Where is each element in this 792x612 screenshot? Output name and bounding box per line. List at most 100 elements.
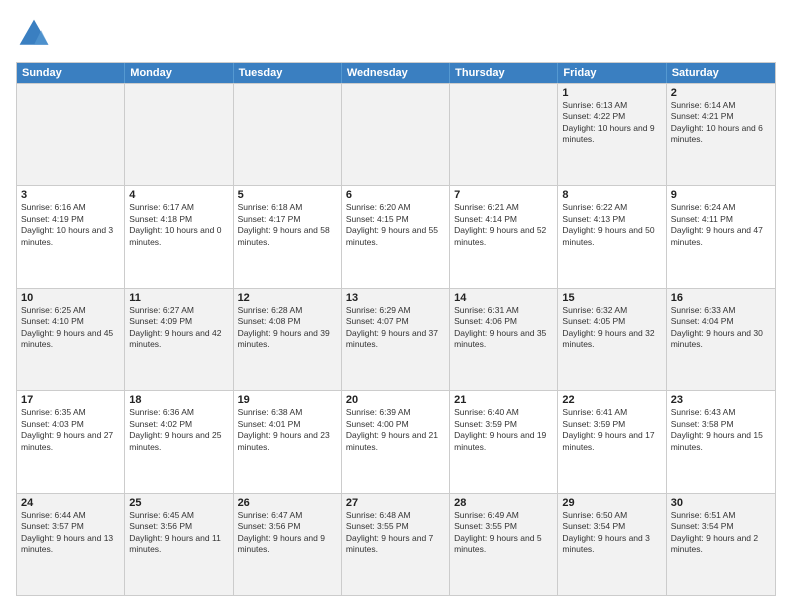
calendar: SundayMondayTuesdayWednesdayThursdayFrid… [16,62,776,596]
day-number: 2 [671,87,771,99]
day-number: 10 [21,292,120,304]
day-cell: 8Sunrise: 6:22 AM Sunset: 4:13 PM Daylig… [558,186,666,287]
day-info: Sunrise: 6:20 AM Sunset: 4:15 PM Dayligh… [346,202,445,248]
day-number: 27 [346,497,445,509]
day-info: Sunrise: 6:33 AM Sunset: 4:04 PM Dayligh… [671,305,771,351]
day-cell: 23Sunrise: 6:43 AM Sunset: 3:58 PM Dayli… [667,391,775,492]
calendar-body: 1Sunrise: 6:13 AM Sunset: 4:22 PM Daylig… [17,83,775,595]
day-number: 25 [129,497,228,509]
weekday-header: Wednesday [342,63,450,83]
day-info: Sunrise: 6:28 AM Sunset: 4:08 PM Dayligh… [238,305,337,351]
day-cell: 18Sunrise: 6:36 AM Sunset: 4:02 PM Dayli… [125,391,233,492]
calendar-row: 24Sunrise: 6:44 AM Sunset: 3:57 PM Dayli… [17,493,775,595]
empty-cell [234,84,342,185]
day-info: Sunrise: 6:16 AM Sunset: 4:19 PM Dayligh… [21,202,120,248]
day-number: 17 [21,394,120,406]
empty-cell [342,84,450,185]
day-cell: 5Sunrise: 6:18 AM Sunset: 4:17 PM Daylig… [234,186,342,287]
day-number: 14 [454,292,553,304]
weekday-header: Saturday [667,63,775,83]
day-info: Sunrise: 6:21 AM Sunset: 4:14 PM Dayligh… [454,202,553,248]
day-cell: 19Sunrise: 6:38 AM Sunset: 4:01 PM Dayli… [234,391,342,492]
day-number: 28 [454,497,553,509]
logo [16,16,58,52]
day-cell: 22Sunrise: 6:41 AM Sunset: 3:59 PM Dayli… [558,391,666,492]
page: SundayMondayTuesdayWednesdayThursdayFrid… [0,0,792,612]
day-cell: 16Sunrise: 6:33 AM Sunset: 4:04 PM Dayli… [667,289,775,390]
weekday-header: Monday [125,63,233,83]
day-info: Sunrise: 6:22 AM Sunset: 4:13 PM Dayligh… [562,202,661,248]
day-info: Sunrise: 6:47 AM Sunset: 3:56 PM Dayligh… [238,510,337,556]
day-number: 12 [238,292,337,304]
day-info: Sunrise: 6:13 AM Sunset: 4:22 PM Dayligh… [562,100,661,146]
day-number: 20 [346,394,445,406]
day-cell: 6Sunrise: 6:20 AM Sunset: 4:15 PM Daylig… [342,186,450,287]
weekday-header: Tuesday [234,63,342,83]
day-number: 16 [671,292,771,304]
day-info: Sunrise: 6:25 AM Sunset: 4:10 PM Dayligh… [21,305,120,351]
day-number: 23 [671,394,771,406]
day-cell: 13Sunrise: 6:29 AM Sunset: 4:07 PM Dayli… [342,289,450,390]
day-info: Sunrise: 6:29 AM Sunset: 4:07 PM Dayligh… [346,305,445,351]
day-number: 26 [238,497,337,509]
day-number: 18 [129,394,228,406]
day-info: Sunrise: 6:49 AM Sunset: 3:55 PM Dayligh… [454,510,553,556]
day-number: 6 [346,189,445,201]
weekday-header: Sunday [17,63,125,83]
day-number: 22 [562,394,661,406]
day-info: Sunrise: 6:51 AM Sunset: 3:54 PM Dayligh… [671,510,771,556]
day-cell: 25Sunrise: 6:45 AM Sunset: 3:56 PM Dayli… [125,494,233,595]
calendar-header: SundayMondayTuesdayWednesdayThursdayFrid… [17,63,775,83]
day-number: 8 [562,189,661,201]
day-info: Sunrise: 6:27 AM Sunset: 4:09 PM Dayligh… [129,305,228,351]
day-number: 15 [562,292,661,304]
day-cell: 21Sunrise: 6:40 AM Sunset: 3:59 PM Dayli… [450,391,558,492]
calendar-row: 3Sunrise: 6:16 AM Sunset: 4:19 PM Daylig… [17,185,775,287]
day-number: 1 [562,87,661,99]
weekday-header: Friday [558,63,666,83]
day-cell: 10Sunrise: 6:25 AM Sunset: 4:10 PM Dayli… [17,289,125,390]
day-info: Sunrise: 6:39 AM Sunset: 4:00 PM Dayligh… [346,407,445,453]
day-cell: 15Sunrise: 6:32 AM Sunset: 4:05 PM Dayli… [558,289,666,390]
calendar-row: 10Sunrise: 6:25 AM Sunset: 4:10 PM Dayli… [17,288,775,390]
day-number: 4 [129,189,228,201]
day-cell: 1Sunrise: 6:13 AM Sunset: 4:22 PM Daylig… [558,84,666,185]
day-info: Sunrise: 6:18 AM Sunset: 4:17 PM Dayligh… [238,202,337,248]
day-info: Sunrise: 6:17 AM Sunset: 4:18 PM Dayligh… [129,202,228,248]
day-info: Sunrise: 6:44 AM Sunset: 3:57 PM Dayligh… [21,510,120,556]
day-cell: 9Sunrise: 6:24 AM Sunset: 4:11 PM Daylig… [667,186,775,287]
day-number: 5 [238,189,337,201]
day-info: Sunrise: 6:35 AM Sunset: 4:03 PM Dayligh… [21,407,120,453]
day-cell: 29Sunrise: 6:50 AM Sunset: 3:54 PM Dayli… [558,494,666,595]
day-cell: 17Sunrise: 6:35 AM Sunset: 4:03 PM Dayli… [17,391,125,492]
day-info: Sunrise: 6:24 AM Sunset: 4:11 PM Dayligh… [671,202,771,248]
day-number: 30 [671,497,771,509]
empty-cell [17,84,125,185]
day-info: Sunrise: 6:48 AM Sunset: 3:55 PM Dayligh… [346,510,445,556]
day-cell: 14Sunrise: 6:31 AM Sunset: 4:06 PM Dayli… [450,289,558,390]
day-number: 21 [454,394,553,406]
day-cell: 30Sunrise: 6:51 AM Sunset: 3:54 PM Dayli… [667,494,775,595]
day-info: Sunrise: 6:14 AM Sunset: 4:21 PM Dayligh… [671,100,771,146]
weekday-header: Thursday [450,63,558,83]
day-info: Sunrise: 6:36 AM Sunset: 4:02 PM Dayligh… [129,407,228,453]
day-number: 11 [129,292,228,304]
day-info: Sunrise: 6:50 AM Sunset: 3:54 PM Dayligh… [562,510,661,556]
day-cell: 7Sunrise: 6:21 AM Sunset: 4:14 PM Daylig… [450,186,558,287]
empty-cell [125,84,233,185]
day-cell: 2Sunrise: 6:14 AM Sunset: 4:21 PM Daylig… [667,84,775,185]
day-number: 3 [21,189,120,201]
day-cell: 11Sunrise: 6:27 AM Sunset: 4:09 PM Dayli… [125,289,233,390]
day-cell: 12Sunrise: 6:28 AM Sunset: 4:08 PM Dayli… [234,289,342,390]
day-number: 9 [671,189,771,201]
day-info: Sunrise: 6:38 AM Sunset: 4:01 PM Dayligh… [238,407,337,453]
day-number: 7 [454,189,553,201]
day-cell: 27Sunrise: 6:48 AM Sunset: 3:55 PM Dayli… [342,494,450,595]
day-info: Sunrise: 6:43 AM Sunset: 3:58 PM Dayligh… [671,407,771,453]
day-cell: 20Sunrise: 6:39 AM Sunset: 4:00 PM Dayli… [342,391,450,492]
calendar-row: 17Sunrise: 6:35 AM Sunset: 4:03 PM Dayli… [17,390,775,492]
day-cell: 4Sunrise: 6:17 AM Sunset: 4:18 PM Daylig… [125,186,233,287]
day-number: 29 [562,497,661,509]
day-info: Sunrise: 6:32 AM Sunset: 4:05 PM Dayligh… [562,305,661,351]
day-cell: 28Sunrise: 6:49 AM Sunset: 3:55 PM Dayli… [450,494,558,595]
